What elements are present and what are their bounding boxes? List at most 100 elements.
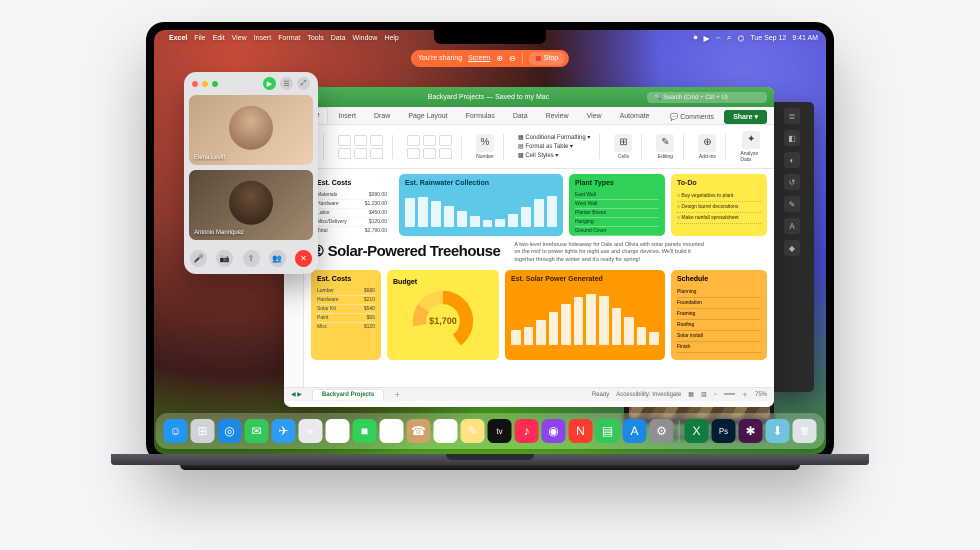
dock-music-icon[interactable]: ♪ — [515, 419, 539, 443]
dock-excel-icon[interactable]: X — [685, 419, 709, 443]
zoom-level[interactable]: 75% — [755, 392, 767, 398]
participant-tile[interactable]: Elena Levitt — [189, 95, 313, 165]
dock-appstore-icon[interactable]: A — [623, 419, 647, 443]
indent-inc-button[interactable] — [423, 148, 436, 159]
menu-file[interactable]: File — [194, 35, 205, 42]
todo-item[interactable]: ○ Buy vegetables to plant — [677, 191, 761, 202]
end-call-button[interactable]: ✕ — [295, 250, 312, 267]
dock-contacts-icon[interactable]: ☎ — [407, 419, 431, 443]
comments-button[interactable]: 💬 Comments — [670, 113, 715, 121]
menu-tools[interactable]: Tools — [307, 35, 323, 42]
menubar-app-name[interactable]: Excel — [169, 35, 187, 42]
window-close-button[interactable] — [192, 81, 198, 87]
dock-tv-icon[interactable]: tv — [488, 419, 512, 443]
menu-data[interactable]: Data — [331, 35, 346, 42]
expand-icon[interactable]: ⤢ — [297, 77, 310, 90]
italic-button[interactable] — [354, 135, 367, 146]
airplay-icon[interactable]: ▶ — [703, 34, 709, 43]
align-center-button[interactable] — [423, 135, 436, 146]
cell-styles-button[interactable]: ▩ Cell Styles ▾ — [518, 152, 558, 159]
cells-icon[interactable]: ⊞ — [614, 134, 632, 152]
dock-facetime-icon[interactable]: ■ — [353, 419, 377, 443]
tab-insert[interactable]: Insert — [330, 109, 364, 124]
bold-button[interactable] — [338, 135, 351, 146]
ps-brush-icon[interactable]: ✎ — [784, 196, 800, 212]
dock-downloads-icon[interactable]: ⬇ — [766, 419, 790, 443]
wrap-button[interactable] — [439, 148, 452, 159]
dock-podcasts-icon[interactable]: ◉ — [542, 419, 566, 443]
worksheet-area[interactable]: Est. Costs Materials$990.00Hardware$1,23… — [284, 169, 774, 387]
ps-history-icon[interactable]: ↺ — [784, 174, 800, 190]
camera-button[interactable]: 📷 — [216, 250, 233, 267]
tab-automate[interactable]: Automate — [612, 109, 658, 124]
share-toggle-icon[interactable]: ⊖ — [509, 54, 516, 63]
search-field[interactable]: 🔍 Search (Cmd + Ctrl + U) — [647, 92, 767, 103]
menu-format[interactable]: Format — [278, 35, 300, 42]
format-table-button[interactable]: ▤ Format as Table ▾ — [518, 143, 573, 150]
stop-sharing-button[interactable]: Stop — [529, 52, 565, 65]
dock-maps-icon[interactable]: ⌖ — [299, 419, 323, 443]
wifi-icon[interactable]: ⌢ — [716, 33, 721, 43]
font-color-button[interactable] — [354, 148, 367, 159]
analyze-icon[interactable]: ✦ — [742, 131, 760, 149]
share-button[interactable]: Share ▾ — [724, 110, 767, 124]
menu-window[interactable]: Window — [353, 35, 378, 42]
dock-news-icon[interactable]: N — [569, 419, 593, 443]
zoom-out-button[interactable]: − — [714, 392, 718, 398]
underline-button[interactable] — [370, 135, 383, 146]
menubar-date[interactable]: Tue Sep 12 — [750, 35, 786, 42]
tab-formulas[interactable]: Formulas — [458, 109, 503, 124]
cond-format-button[interactable]: ▦ Conditional Formatting ▾ — [518, 134, 590, 141]
todo-item[interactable]: ○ Make rainfall spreadsheet — [677, 213, 761, 224]
add-sheet-button[interactable]: ＋ — [394, 390, 400, 399]
dock-trash-icon[interactable]: 🗑 — [793, 419, 817, 443]
status-accessibility[interactable]: Accessibility: Investigate — [616, 392, 681, 398]
ps-paths-icon[interactable]: ◆ — [784, 240, 800, 256]
indent-dec-button[interactable] — [407, 148, 420, 159]
dock-calendar-icon[interactable]: 12 — [380, 419, 404, 443]
mute-button[interactable]: 🎤 — [190, 250, 207, 267]
dock-notes-icon[interactable]: ✎ — [461, 419, 485, 443]
dock-photoshop-icon[interactable]: Ps — [712, 419, 736, 443]
window-zoom-button[interactable] — [212, 81, 218, 87]
dock-finder-icon[interactable]: ☺ — [164, 419, 188, 443]
align-left-button[interactable] — [407, 135, 420, 146]
dock-photos-icon[interactable]: ✿ — [326, 419, 350, 443]
screenshare-indicator-icon[interactable]: ⏺ — [693, 33, 697, 43]
ps-type-icon[interactable]: A — [784, 218, 800, 234]
share-button[interactable]: ⇪ — [243, 250, 260, 267]
tab-data[interactable]: Data — [505, 109, 536, 124]
editing-icon[interactable]: ✎ — [656, 134, 674, 152]
share-target[interactable]: Screen — [468, 55, 490, 62]
menu-insert[interactable]: Insert — [254, 35, 272, 42]
zoom-in-button[interactable]: ＋ — [742, 390, 748, 399]
tab-review[interactable]: Review — [538, 109, 577, 124]
facetime-titlebar[interactable]: ▶ ☰ ⤢ — [184, 72, 318, 95]
ps-color-icon[interactable]: ◧ — [784, 130, 800, 146]
menu-view[interactable]: View — [232, 35, 247, 42]
menubar-time[interactable]: 9:41 AM — [792, 35, 818, 42]
control-center-icon[interactable]: ⌬ — [737, 34, 744, 43]
dock-safari-icon[interactable]: ◎ — [218, 419, 242, 443]
window-minimize-button[interactable] — [202, 81, 208, 87]
number-icon[interactable]: % — [476, 134, 494, 152]
view-normal-icon[interactable]: ▦ — [688, 391, 694, 398]
share-people-icon[interactable]: ⊕ — [496, 54, 503, 63]
border-button[interactable] — [370, 148, 383, 159]
participant-tile[interactable]: Antonio Manriquez — [189, 170, 313, 240]
tab-view[interactable]: View — [579, 109, 610, 124]
participants-button[interactable]: 👥 — [269, 250, 286, 267]
dock-reminders-icon[interactable]: ≡ — [434, 419, 458, 443]
fill-color-button[interactable] — [338, 148, 351, 159]
spotlight-icon[interactable]: ⌕ — [727, 33, 731, 43]
dock-messages-icon[interactable]: ✉ — [245, 419, 269, 443]
align-right-button[interactable] — [439, 135, 452, 146]
todo-item[interactable]: ○ Design barrel decorations — [677, 202, 761, 213]
menu-help[interactable]: Help — [384, 35, 398, 42]
tab-draw[interactable]: Draw — [366, 109, 398, 124]
dock-settings-icon[interactable]: ⚙ — [650, 419, 674, 443]
addins-icon[interactable]: ⊕ — [698, 134, 716, 152]
ps-layers-icon[interactable]: ≣ — [784, 108, 800, 124]
dock-numbers-icon[interactable]: ▤ — [596, 419, 620, 443]
ps-adjust-icon[interactable]: ◐ — [784, 152, 800, 168]
